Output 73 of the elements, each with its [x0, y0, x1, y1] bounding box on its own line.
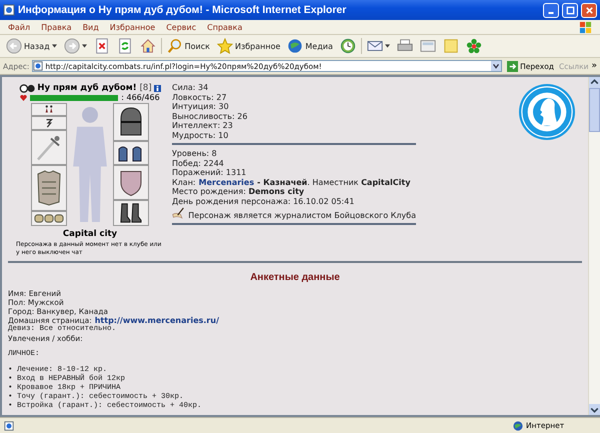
home-icon [140, 38, 156, 54]
scroll-quill-icon [172, 206, 186, 220]
rings-icon[interactable] [34, 213, 64, 224]
heart-icon [20, 94, 28, 100]
scroll-thumb[interactable] [589, 88, 600, 132]
search-button[interactable]: Поиск [164, 37, 212, 55]
city-name: Capital city [62, 229, 118, 239]
page-icon [4, 420, 14, 430]
menu-item[interactable]: Сервис [166, 22, 196, 32]
refresh-icon [116, 38, 133, 54]
page-icon [3, 4, 15, 16]
info-icon[interactable] [154, 84, 161, 92]
windows-flag-icon [579, 20, 592, 34]
menu-item[interactable]: Правка [41, 22, 72, 32]
info-line: Уровень: 8 [172, 149, 218, 158]
printer-icon [396, 38, 413, 54]
character-level: [8] [140, 83, 152, 93]
stat-line: Интеллект: 23 [172, 121, 234, 130]
stat-line: Выносливость: 26 [172, 112, 248, 121]
clan-link[interactable]: Mercenaries [198, 178, 254, 187]
character-name: Ну прям дуб дубом! [37, 83, 137, 93]
menu-item[interactable]: Файл [8, 22, 30, 32]
edit-button[interactable] [418, 37, 438, 55]
clan-rank: - Казначей. Наместник CapitalCity [257, 178, 410, 187]
info-line: Побед: 2244 [172, 158, 225, 168]
minimize-button[interactable] [543, 2, 559, 18]
more-chevron[interactable]: » [591, 61, 597, 71]
scrollbar[interactable] [588, 77, 600, 415]
head-profile-logo [518, 83, 576, 141]
caret-icon [82, 44, 87, 48]
dropdown-icon[interactable] [491, 61, 502, 71]
window-title: Информация о Ну прям дуб дубом! - Microsoft Internet Explorer [18, 4, 348, 16]
clan-label: Клан: [172, 178, 196, 187]
document-icon [420, 38, 436, 54]
goggles-icon [19, 84, 36, 92]
clock-icon [340, 38, 356, 54]
scroll-up-icon[interactable] [589, 77, 600, 88]
forward-button[interactable] [62, 37, 89, 55]
note-icon [442, 38, 459, 54]
info-line: Место рождения: Demons city [172, 187, 306, 196]
envelope-icon [366, 38, 383, 54]
journalist-note: Персонаж является журналистом Бойцовского Клуба [188, 211, 416, 220]
info-line: День рождения персонажа: 16.10.02 05:41 [172, 196, 356, 206]
page-icon [33, 61, 44, 71]
section-title: Анкетные данные [249, 272, 341, 283]
close-button[interactable] [581, 2, 597, 18]
search-icon [166, 38, 183, 54]
back-button[interactable]: Назад [4, 37, 59, 55]
maximize-icon [566, 6, 574, 14]
caret-icon [384, 44, 390, 48]
menu-item[interactable]: Вид [82, 22, 99, 32]
stat-line: Мудрость: 10 [172, 130, 230, 140]
flower-icon [466, 38, 482, 54]
media-button[interactable]: Медиа [285, 37, 335, 55]
globe-icon [287, 38, 304, 54]
star-icon [216, 38, 233, 54]
minimize-icon [548, 12, 554, 14]
maximize-button[interactable] [562, 2, 578, 18]
go-arrow-icon [507, 60, 518, 72]
menu-item[interactable]: Справка [207, 22, 242, 32]
caret-icon [52, 44, 57, 48]
stat-line: Сила: 34 [172, 83, 210, 92]
health-reading: : 466/466 [121, 93, 160, 102]
favorites-button[interactable]: Избранное [214, 37, 282, 55]
stat-line: Ловкость: 27 [172, 92, 228, 102]
globe-icon [513, 420, 523, 430]
stop-icon [94, 38, 110, 54]
info-line: Поражений: 1311 [172, 168, 248, 178]
scroll-down-icon[interactable] [589, 404, 600, 415]
menu-item[interactable]: Избранное [110, 22, 156, 32]
stat-line: Интуиция: 30 [172, 102, 230, 112]
homepage-link[interactable]: http://www.mercenaries.ru/ [94, 316, 219, 325]
close-icon [584, 6, 594, 14]
